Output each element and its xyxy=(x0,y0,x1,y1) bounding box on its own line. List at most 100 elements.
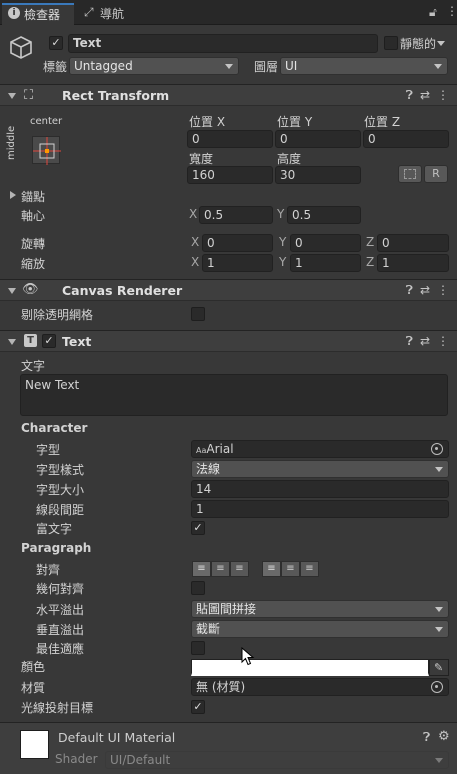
font-asset-icon: Aa xyxy=(196,446,207,455)
font-size-field[interactable]: 14 xyxy=(191,480,449,498)
pivot-x-axis-label: X xyxy=(189,207,198,221)
rect-transform-header[interactable]: ⛶ Rect Transform ❓︎ ⇄ ⋮ xyxy=(0,84,457,106)
rot-y-axis-label: Y xyxy=(279,235,287,249)
layer-value: UI xyxy=(285,59,298,73)
pos-y-field[interactable]: 0 xyxy=(275,130,361,148)
text-area[interactable]: New Text xyxy=(20,374,448,416)
context-menu-icon[interactable]: ⋮ xyxy=(437,283,449,298)
lock-icon[interactable]: 🔓︎ xyxy=(429,5,437,20)
character-header: Character xyxy=(21,421,88,435)
width-label: 寬度 xyxy=(189,152,214,166)
horizontal-overflow-dropdown[interactable]: 貼圖間拼接 xyxy=(191,600,449,618)
context-menu-icon[interactable]: ⋮ xyxy=(437,88,449,103)
foldout-arrow-icon[interactable] xyxy=(8,288,16,294)
rich-text-label: 富文字 xyxy=(36,522,73,536)
context-menu-icon[interactable]: ⋮ xyxy=(437,334,449,349)
pos-z-field[interactable]: 0 xyxy=(363,130,449,148)
color-field[interactable] xyxy=(191,659,429,676)
height-field[interactable]: 30 xyxy=(275,166,361,184)
material-field[interactable]: 無 (材質) xyxy=(191,678,449,696)
help-icon[interactable]: ❓︎ xyxy=(406,88,413,103)
vertical-overflow-label: 垂直溢出 xyxy=(36,623,85,637)
anchors-foldout-icon[interactable] xyxy=(10,191,16,199)
preset-icon[interactable]: ⇄ xyxy=(420,283,430,298)
align-bottom-button[interactable]: ≡ xyxy=(300,561,319,577)
pivot-y-field[interactable]: 0.5 xyxy=(287,206,361,224)
eyedropper-button[interactable]: ✎ xyxy=(429,659,449,676)
help-icon[interactable]: ❓︎ xyxy=(406,334,413,349)
align-right-button[interactable]: ≡ xyxy=(230,561,249,577)
material-thumbnail[interactable] xyxy=(20,730,49,759)
rot-y-field[interactable]: 0 xyxy=(290,234,361,252)
scale-z-axis-label: Z xyxy=(366,255,375,269)
tab-navigation[interactable]: ⤢ 導航 xyxy=(80,5,160,25)
help-icon[interactable]: ❓︎ xyxy=(406,283,413,298)
layer-dropdown[interactable]: UI xyxy=(280,57,448,75)
font-size-label: 字型大小 xyxy=(36,483,85,497)
line-spacing-field[interactable]: 1 xyxy=(191,500,449,518)
preset-icon[interactable]: ⇄ xyxy=(420,88,430,103)
anchor-h-label: center xyxy=(30,116,63,127)
active-checkbox[interactable]: ✓ xyxy=(49,36,63,50)
eyedropper-icon: ✎ xyxy=(434,661,444,674)
shader-label: Shader xyxy=(55,752,98,766)
font-style-dropdown[interactable]: 法線 xyxy=(191,460,449,478)
foldout-arrow-icon[interactable] xyxy=(8,339,16,345)
pos-x-field[interactable]: 0 xyxy=(187,130,273,148)
blueprint-mode-button[interactable] xyxy=(398,165,422,183)
rect-transform-title: Rect Transform xyxy=(62,88,170,103)
best-fit-label: 最佳適應 xyxy=(36,642,85,656)
text-enabled-checkbox[interactable]: ✓ xyxy=(42,334,56,348)
shader-dropdown[interactable]: UI/Default xyxy=(105,751,449,769)
paragraph-header: Paragraph xyxy=(21,541,92,555)
text-component-header[interactable]: T ✓ Text ❓︎ ⇄ ⋮ xyxy=(0,330,457,352)
settings-gear-icon[interactable]: ⚙ xyxy=(438,729,450,744)
tab-inspector[interactable]: i 檢查器 xyxy=(2,3,74,26)
rot-x-field[interactable]: 0 xyxy=(202,234,273,252)
object-picker-icon[interactable] xyxy=(431,443,443,455)
material-value: 無 (材質) xyxy=(196,680,246,694)
raw-edit-button[interactable]: R xyxy=(424,165,448,183)
align-by-geometry-checkbox[interactable] xyxy=(191,581,205,595)
canvas-renderer-header[interactable]: 👁︎ Canvas Renderer ❓︎ ⇄ ⋮ xyxy=(0,279,457,301)
height-label: 高度 xyxy=(277,152,302,166)
preset-icon[interactable]: ⇄ xyxy=(420,334,430,349)
pos-z-label: 位置 Z xyxy=(364,115,401,129)
width-field[interactable]: 160 xyxy=(187,166,273,184)
foldout-arrow-icon[interactable] xyxy=(8,93,16,99)
tag-value: Untagged xyxy=(74,59,133,73)
align-top-button[interactable]: ≡ xyxy=(262,561,281,577)
rich-text-checkbox[interactable]: ✓ xyxy=(191,521,205,535)
rotation-label: 旋轉 xyxy=(21,237,46,251)
font-label: 字型 xyxy=(36,443,61,457)
best-fit-checkbox[interactable] xyxy=(191,641,205,655)
more-options-icon[interactable]: ⋮ xyxy=(446,4,457,18)
vertical-alignment-group: ≡ ≡ ≡ xyxy=(262,561,319,577)
eye-icon: 👁︎ xyxy=(22,282,39,297)
mouse-cursor xyxy=(241,646,255,667)
pivot-x-field[interactable]: 0.5 xyxy=(199,206,273,224)
tag-dropdown[interactable]: Untagged xyxy=(69,57,239,75)
rot-z-field[interactable]: 0 xyxy=(377,234,449,252)
align-left-button[interactable]: ≡ xyxy=(192,561,211,577)
raycast-target-label: 光線投射目標 xyxy=(21,701,94,715)
scale-y-field[interactable]: 1 xyxy=(290,254,361,272)
scale-x-field[interactable]: 1 xyxy=(202,254,273,272)
static-dropdown-icon[interactable] xyxy=(437,41,445,46)
vertical-overflow-dropdown[interactable]: 截斷 xyxy=(191,620,449,638)
gameobject-name-field[interactable]: Text xyxy=(68,34,378,53)
tab-navigation-label: 導航 xyxy=(100,7,125,21)
align-center-button[interactable]: ≡ xyxy=(211,561,230,577)
anchor-preset-button[interactable] xyxy=(32,136,61,165)
static-checkbox[interactable] xyxy=(384,36,398,50)
scale-y-axis-label: Y xyxy=(279,255,287,269)
cull-transparent-checkbox[interactable] xyxy=(191,307,205,321)
font-field[interactable]: AaArial xyxy=(191,440,449,458)
object-picker-icon[interactable] xyxy=(431,681,443,693)
align-middle-button[interactable]: ≡ xyxy=(281,561,300,577)
scale-z-field[interactable]: 1 xyxy=(377,254,449,272)
raycast-target-checkbox[interactable]: ✓ xyxy=(191,700,205,714)
help-icon[interactable]: ❓︎ xyxy=(423,730,430,745)
rot-z-axis-label: Z xyxy=(366,235,375,249)
layer-label: 圖層 xyxy=(254,60,279,74)
